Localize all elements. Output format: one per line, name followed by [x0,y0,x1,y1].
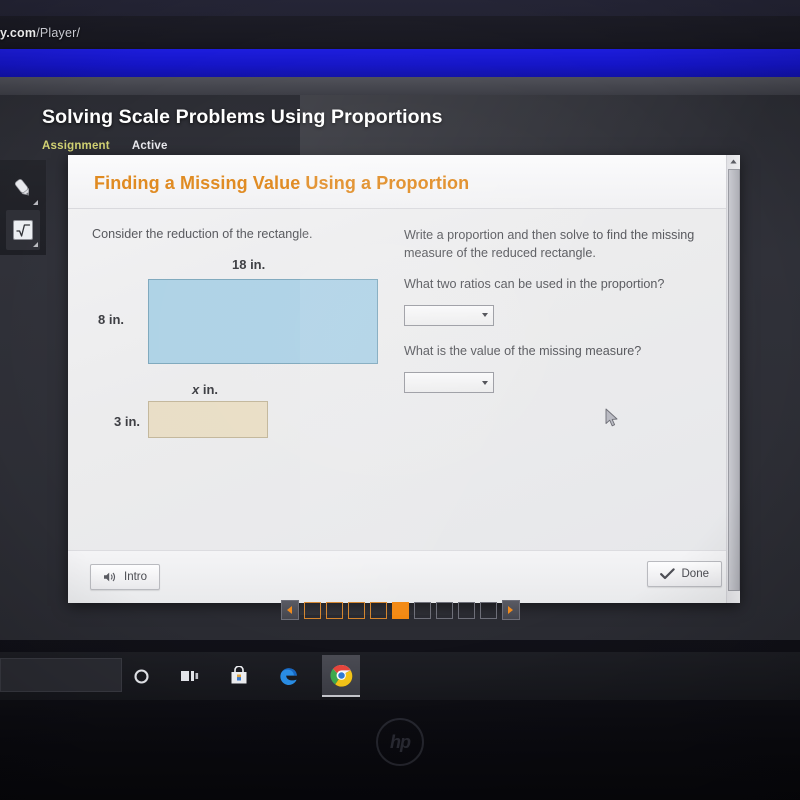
page-title: Solving Scale Problems Using Proportions [42,106,443,128]
card-heading: Finding a Missing Value Using a Proporti… [94,173,470,193]
ratios-dropdown[interactable] [404,304,494,326]
intro-button-label: Intro [124,571,148,583]
pagination-step-3[interactable] [347,601,365,619]
chevron-left-icon [287,606,292,614]
taskbar-search-box[interactable] [0,658,122,692]
content-scrollbar[interactable] [726,155,740,603]
taskbar-icon-group [126,652,360,700]
url-domain: y.com [0,26,37,40]
browser-gray-band [0,77,800,95]
chevron-down-icon [482,313,488,318]
address-bar-url[interactable]: y.com/Player/ [0,26,80,40]
url-path: /Player/ [36,26,81,40]
browser-chrome-bar [0,16,800,50]
store-icon [231,666,247,684]
figure-column: Consider the reduction of the rectangle.… [92,226,412,457]
screenshot-root: y.com/Player/ Solving Scale Problems Usi… [0,0,800,800]
pagination-step-1[interactable] [303,601,321,619]
pagination-step-8[interactable] [457,601,475,619]
pen-tool-button[interactable] [6,168,40,208]
tool-rail [0,160,46,255]
missing-measure-dropdown[interactable] [404,372,494,393]
pagination-step-7[interactable] [435,601,453,619]
pagination-steps [303,601,497,619]
chrome-browser-button[interactable] [322,655,360,697]
done-button-label: Done [681,568,710,580]
edge-browser-button[interactable] [273,659,303,693]
small-rect-width-unit: in. [199,381,219,397]
square-root-icon [13,220,33,240]
question-column: Write a proportion and then solve to fin… [404,226,714,409]
assignment-badge: Assignment [42,140,110,152]
large-rectangle-shape [148,278,378,364]
card-body: Consider the reduction of the rectangle.… [68,208,740,551]
chrome-icon [329,664,352,687]
question-1-text: What two ratios can be used in the propo… [404,276,665,291]
checkmark-icon [659,568,675,580]
lesson-content-card: Finding a Missing Value Using a Proporti… [68,155,740,603]
figure-prompt: Consider the reduction of the rectangle. [92,227,313,241]
chevron-right-icon [508,606,513,614]
edge-icon [279,667,297,685]
pagination-prev-button[interactable] [280,600,299,620]
lesson-status-row: Assignment Active [42,140,168,152]
scrollbar-up-arrow[interactable] [727,155,740,168]
pagination-next-button[interactable] [501,600,520,620]
cortana-button[interactable] [126,659,156,693]
task-view-icon [181,671,199,681]
pagination-step-5[interactable] [391,601,409,619]
pagination-step-6[interactable] [413,601,431,619]
large-rect-width-label: 18 in. [232,256,266,272]
small-rectangle-shape [148,400,268,438]
small-rect-height-label: 3 in. [114,413,141,429]
small-rectangle-figure: x in. 3 in. [92,382,412,457]
tool-corner-marker [33,242,38,247]
done-button[interactable]: Done [646,561,722,587]
tool-corner-marker [33,200,38,205]
pagination-step-2[interactable] [325,601,343,619]
windows-taskbar [0,652,800,700]
pencil-icon [14,179,29,196]
instruction-text: Write a proportion and then solve to fin… [404,228,695,261]
task-view-button[interactable] [175,659,205,693]
chevron-up-icon [730,159,737,164]
status-badge: Active [131,140,168,152]
large-rect-height-label: 8 in. [98,311,125,327]
scrollbar-thumb[interactable] [728,169,740,591]
microsoft-store-button[interactable] [224,659,254,693]
cortana-icon [133,668,149,684]
pagination-step-4[interactable] [369,601,387,619]
browser-blue-band [0,49,800,77]
small-rect-width-label: x in. [192,382,218,397]
speaker-icon [104,572,116,582]
pagination-step-9[interactable] [479,601,497,619]
hp-brand-logo: hp [376,718,424,766]
question-2-text: What is the value of the missing measure… [404,343,642,358]
large-rectangle-figure: 18 in. 8 in. [92,257,412,372]
calculator-tool-button[interactable] [6,210,40,250]
chevron-down-icon [482,380,488,385]
pagination-bar [0,596,800,624]
intro-button[interactable]: Intro [90,564,161,590]
